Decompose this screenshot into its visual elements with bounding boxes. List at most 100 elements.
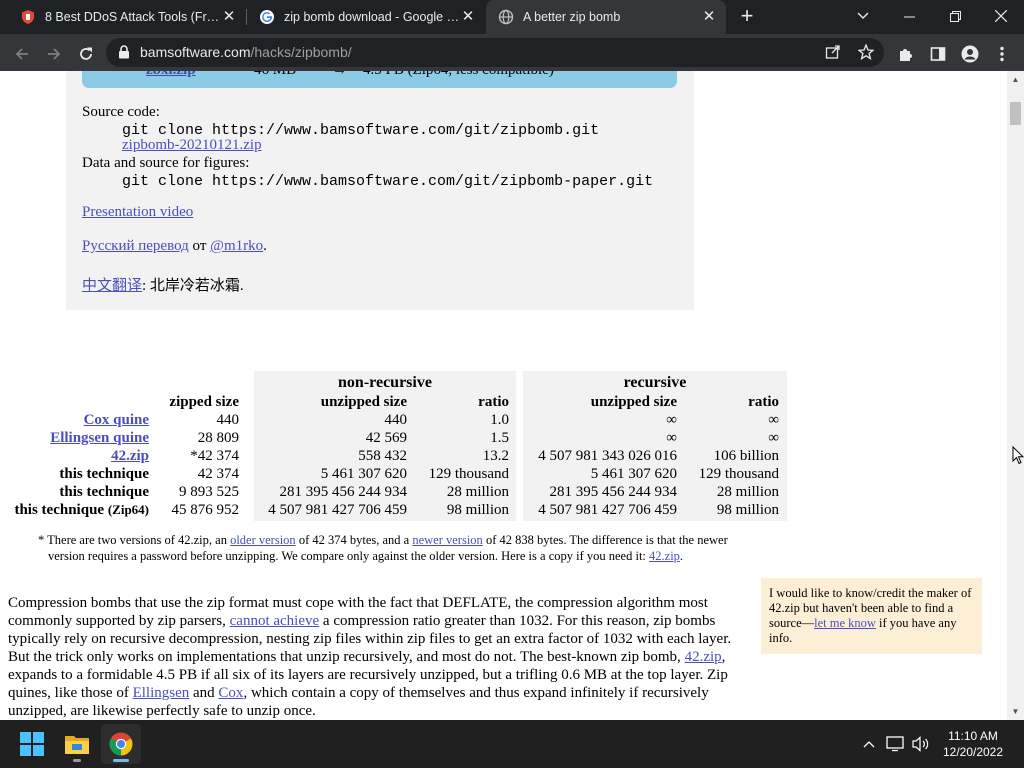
42-zip-link[interactable]: 42.zip bbox=[111, 448, 149, 465]
cox-link[interactable]: Cox bbox=[218, 685, 243, 701]
table-cell: 129 thousand bbox=[428, 466, 509, 482]
row-label-text: this technique bbox=[14, 502, 105, 518]
chrome-icon bbox=[109, 732, 133, 756]
tab-ddos-tools[interactable]: 8 Best DDoS Attack Tools (Free D ✕ bbox=[8, 0, 246, 34]
paragraph-text: and bbox=[189, 685, 219, 701]
table-cell: 558 432 bbox=[358, 448, 407, 464]
google-icon bbox=[260, 10, 274, 24]
intro-paragraph: Compression bombs that use the zip forma… bbox=[8, 594, 754, 720]
chinese-translation-link[interactable]: 中文翻译 bbox=[82, 278, 142, 294]
tab-title: zip bomb download - Google Sea bbox=[284, 10, 464, 24]
restore-icon bbox=[949, 10, 961, 22]
older-version-link[interactable]: older version bbox=[230, 533, 296, 547]
shield-icon bbox=[22, 10, 34, 24]
close-tab-icon[interactable]: ✕ bbox=[220, 8, 238, 26]
row-label-suffix: (Zip64) bbox=[107, 502, 149, 517]
menu-button[interactable] bbox=[988, 39, 1016, 67]
forward-button[interactable] bbox=[40, 39, 68, 67]
profile-icon bbox=[961, 45, 979, 63]
col-recursive-unzipped-size: unzipped size bbox=[590, 394, 677, 410]
table-cell: 9 893 525 bbox=[179, 484, 239, 500]
scroll-down-arrow-icon[interactable]: ▼ bbox=[1007, 703, 1024, 720]
newer-version-link[interactable]: newer version bbox=[412, 533, 482, 547]
credit-note: I would like to know/credit the maker of… bbox=[761, 578, 982, 654]
russian-by: от bbox=[192, 238, 207, 254]
file-explorer-button[interactable] bbox=[57, 724, 97, 764]
close-window-button[interactable] bbox=[978, 0, 1024, 30]
tab-zip-bomb[interactable]: A better zip bomb ✕ bbox=[486, 0, 726, 34]
cox-quine-link[interactable]: Cox quine bbox=[84, 412, 149, 429]
header-recursive: recursive bbox=[623, 374, 687, 391]
table-cell: 106 billion bbox=[713, 448, 779, 464]
scrollbar-thumb[interactable] bbox=[1010, 102, 1021, 125]
42-zip-inline-link[interactable]: 42.zip bbox=[685, 649, 722, 665]
table-cell: 98 million bbox=[716, 502, 779, 518]
table-cell: 28 million bbox=[716, 484, 779, 500]
close-tab-icon[interactable]: ✕ bbox=[700, 8, 718, 26]
comparison-table: non-recursive recursive zipped size unzi… bbox=[0, 371, 800, 521]
russian-translation-link[interactable]: Русский перевод bbox=[82, 238, 189, 254]
lock-icon bbox=[119, 45, 129, 59]
table-cell: 45 876 952 bbox=[171, 502, 240, 518]
table-cell: ∞ bbox=[768, 430, 779, 446]
ellingsen-quine-link[interactable]: Ellingsen quine bbox=[50, 430, 149, 447]
table-cell: ∞ bbox=[666, 430, 677, 446]
42-zip-copy-link[interactable]: 42.zip bbox=[649, 549, 680, 563]
table-cell: 42 374 bbox=[197, 466, 239, 482]
mouse-cursor-icon bbox=[1012, 446, 1024, 465]
zip-download-link[interactable]: zipbomb-20210121.zip bbox=[122, 137, 262, 154]
minimize-button[interactable] bbox=[886, 0, 932, 30]
row-label: this technique bbox=[59, 484, 149, 500]
restore-button[interactable] bbox=[932, 0, 978, 30]
tab-search-button[interactable] bbox=[840, 0, 886, 30]
arrow-right-icon bbox=[48, 47, 61, 60]
system-clock[interactable]: 11:10 AM 12/20/2022 bbox=[936, 728, 1010, 760]
reload-button[interactable] bbox=[72, 39, 100, 67]
scroll-up-arrow-icon[interactable]: ▲ bbox=[1007, 71, 1024, 88]
globe-icon bbox=[498, 9, 514, 25]
share-icon[interactable] bbox=[825, 44, 841, 60]
start-button[interactable] bbox=[12, 724, 52, 764]
russian-end: . bbox=[263, 238, 267, 254]
extensions-button[interactable] bbox=[892, 39, 920, 67]
address-bar[interactable]: bamsoftware.com/hacks/zipbomb/ bbox=[106, 38, 884, 67]
translator-link[interactable]: @m1rko bbox=[210, 238, 263, 254]
profile-button[interactable] bbox=[956, 39, 984, 67]
let-me-know-link[interactable]: let me know bbox=[814, 616, 876, 630]
zbxl-link[interactable]: zbxl.zip bbox=[146, 71, 196, 79]
footnote-text: * There are two versions of 42.zip, an bbox=[38, 533, 231, 547]
show-hidden-icons-button[interactable] bbox=[858, 720, 880, 768]
folder-icon bbox=[65, 736, 89, 754]
presentation-video-link[interactable]: Presentation video bbox=[82, 204, 193, 221]
vertical-scrollbar[interactable]: ▲ ▼ bbox=[1007, 71, 1024, 720]
table-cell: 13.2 bbox=[482, 448, 509, 464]
footnote-text: of 42 838 bytes. The difference is that … bbox=[482, 533, 728, 547]
bookmark-star-icon[interactable] bbox=[858, 44, 874, 60]
side-panel-button[interactable] bbox=[924, 39, 952, 67]
side-panel-icon bbox=[930, 46, 946, 61]
banner-size: 46 MB bbox=[254, 71, 296, 79]
chevron-down-icon bbox=[857, 12, 869, 20]
chrome-taskbar-button[interactable] bbox=[101, 724, 141, 764]
table-cell: 98 million bbox=[446, 502, 509, 518]
clock-date: 12/20/2022 bbox=[942, 745, 1004, 759]
windows-logo-icon bbox=[20, 732, 44, 756]
new-tab-button[interactable]: + bbox=[736, 5, 758, 28]
chevron-up-icon bbox=[863, 741, 875, 748]
row-label: this technique (Zip64) bbox=[14, 502, 149, 519]
download-banner-row: zbxl.zip 46 MB → 4.5 PB (Zip64, less com… bbox=[82, 71, 677, 88]
kebab-menu-icon bbox=[1000, 46, 1004, 61]
cannot-achieve-link[interactable]: cannot achieve bbox=[230, 613, 320, 629]
ellingsen-link[interactable]: Ellingsen bbox=[133, 685, 190, 701]
col-zipped-size: zipped size bbox=[169, 394, 239, 410]
url-host: bamsoftware.com bbox=[140, 44, 251, 60]
close-tab-icon[interactable]: ✕ bbox=[459, 8, 477, 26]
table-cell: 129 thousand bbox=[698, 466, 779, 482]
back-button[interactable] bbox=[8, 39, 36, 67]
volume-button[interactable] bbox=[910, 720, 932, 768]
url-path: /hacks/zipbomb/ bbox=[250, 44, 352, 60]
tab-google-search[interactable]: zip bomb download - Google Sea ✕ bbox=[247, 0, 485, 34]
table-cell: 440 bbox=[384, 412, 408, 428]
banner-arrow: → bbox=[332, 71, 347, 79]
network-button[interactable] bbox=[884, 720, 906, 768]
